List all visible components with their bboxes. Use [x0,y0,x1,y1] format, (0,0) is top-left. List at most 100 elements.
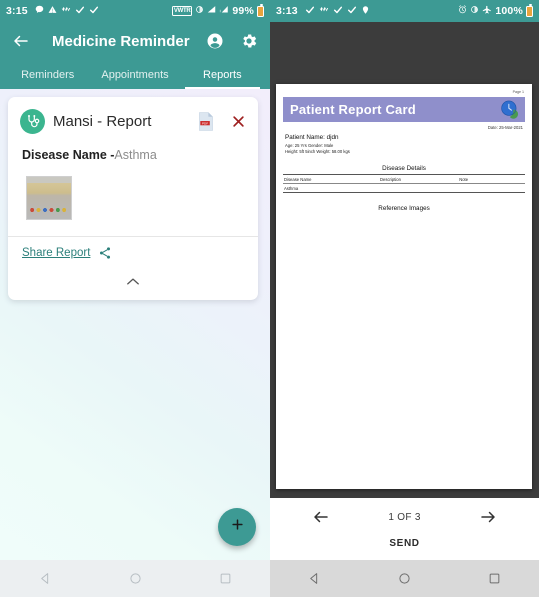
report-card-actions: PDF [198,112,246,131]
tab-appointments[interactable]: Appointments [91,60,178,89]
warning-triangle-icon [48,5,57,17]
status-bar-right-group: 100% [458,3,533,18]
nav-back-triangle-icon[interactable] [39,572,52,585]
page-title: Medicine Reminder [52,32,190,50]
patient-height-weight: Height: 5ft 5inch Weight: 58.00 kgs [285,149,350,154]
print-preview-controls: 1 OF 3 SEND [270,498,539,560]
brightness-icon [195,5,204,17]
tab-bar: Reminders Appointments Reports [0,60,270,89]
plus-icon [230,517,245,537]
page-navigation-row: 1 OF 3 [270,498,539,526]
left-android-nav-bar [0,560,270,597]
svg-text:PDF: PDF [202,121,208,125]
page-number-label: Page 1 [512,90,524,94]
thumbnail-sky-band [27,177,71,183]
report-page[interactable]: Page 1 Patient Report Card Date: 25-Mar-… [276,84,532,489]
wifi-calling-icon [319,5,329,17]
page-counter: 1 OF 3 [388,511,421,523]
patient-name: Patient Name: djdn [285,134,339,141]
airplane-icon [482,5,492,18]
reference-images-heading: Reference Images [378,205,430,212]
disease-name-label: Disease Name [22,148,107,162]
report-card: Mansi - Report PDF Disease Name -Asthma … [8,97,258,300]
nav-back-triangle-icon[interactable] [308,572,321,585]
table-header-cell: Note [459,176,469,182]
chevron-up-icon[interactable] [126,273,140,291]
tab-reminders[interactable]: Reminders [4,60,91,89]
brightness-icon [470,5,479,17]
right-phone-screen: 3:13 100% Page 1 Patient Report Card Dat… [270,0,539,597]
nav-recents-square-icon[interactable] [219,572,232,585]
message-icon [35,5,44,17]
alarm-icon [458,5,467,17]
signal-bars-icon [207,5,216,17]
tab-label: Reports [203,68,242,81]
table-cell-description [380,186,459,191]
status-bar-right-group: VWTR 99% [171,3,264,17]
close-icon[interactable] [231,114,246,129]
report-card-header: Mansi - Report PDF [8,97,258,144]
share-icon[interactable] [98,246,112,260]
pdf-file-icon[interactable]: PDF [198,112,214,131]
patient-age-gender: Age: 25 Yrs Gender: Male [285,142,334,148]
app-bar: Medicine Reminder [0,22,270,60]
status-bar-left-group: 3:15 [6,5,99,18]
account-circle-icon[interactable] [206,32,224,50]
nav-home-circle-icon[interactable] [398,572,411,585]
arrow-left-icon[interactable] [312,508,330,526]
document-date: Date: 25-Mar-2021 [487,125,523,130]
table-cell-note [459,186,524,191]
signal-roaming-icon [219,5,229,17]
stethoscope-icon [20,109,45,134]
right-android-nav-bar [270,560,539,597]
print-preview-area: Page 1 Patient Report Card Date: 25-Mar-… [270,22,539,498]
collapse-card-row[interactable] [8,269,258,300]
report-card-title: Mansi - Report [53,113,152,130]
disease-name-value: Asthma [114,148,157,162]
status-bar-left-group: 3:13 [276,5,370,18]
wifi-calling-icon [61,5,71,17]
send-button[interactable]: SEND [270,538,539,549]
back-arrow-icon[interactable] [12,32,30,50]
table-bottom-rule [283,192,525,193]
table-header-row: Disease Name Description Note [283,175,525,183]
check-icon [305,5,315,18]
reports-content-area: Mansi - Report PDF Disease Name -Asthma … [0,89,270,560]
battery-percent-label: 100% [495,5,523,17]
tab-label: Appointments [101,68,169,81]
thumbnail-color-dots [29,207,69,213]
table-cell-disease-name: Asthma [284,185,299,191]
left-status-bar: 3:15 VWTR 99% [0,0,270,22]
battery-percent-label: 99% [232,5,254,17]
arrow-right-icon[interactable] [479,508,497,526]
battery-icon [257,3,264,17]
add-report-fab[interactable] [218,508,256,546]
reference-images-row [8,162,258,236]
right-status-bar: 3:13 100% [270,0,539,22]
clinic-logo-icon [499,99,520,120]
disease-details-heading: Disease Details [382,165,426,172]
check-icon [75,5,85,18]
disease-name-field: Disease Name -Asthma [8,144,258,162]
table-row: Asthma [283,184,525,192]
left-phone-screen: 3:15 VWTR 99% Medicine Reminder Reminder… [0,0,270,597]
tab-reports[interactable]: Reports [179,60,266,89]
tab-label: Reminders [21,68,75,81]
disease-details-table: Disease Name Description Note Asthma [283,174,525,193]
gear-icon[interactable] [240,32,258,50]
app-bar-actions [206,32,258,50]
document-title: Patient Report Card [290,102,416,117]
share-report-row[interactable]: Share Report [8,237,258,269]
report-image-thumbnail[interactable] [26,176,72,220]
table-header-cell: Disease Name [284,176,312,182]
table-header-cell: Description [380,176,401,182]
document-banner: Patient Report Card [283,97,525,122]
nav-recents-square-icon[interactable] [488,572,501,585]
check-icon [89,5,99,18]
check-icon [333,5,343,18]
nav-home-circle-icon[interactable] [129,572,142,585]
status-bar-clock: 3:15 [6,5,28,17]
status-bar-clock: 3:13 [276,5,298,17]
share-report-link[interactable]: Share Report [22,247,90,259]
patient-info-block: Patient Name: djdn Age: 25 Yrs Gender: M… [283,134,525,154]
